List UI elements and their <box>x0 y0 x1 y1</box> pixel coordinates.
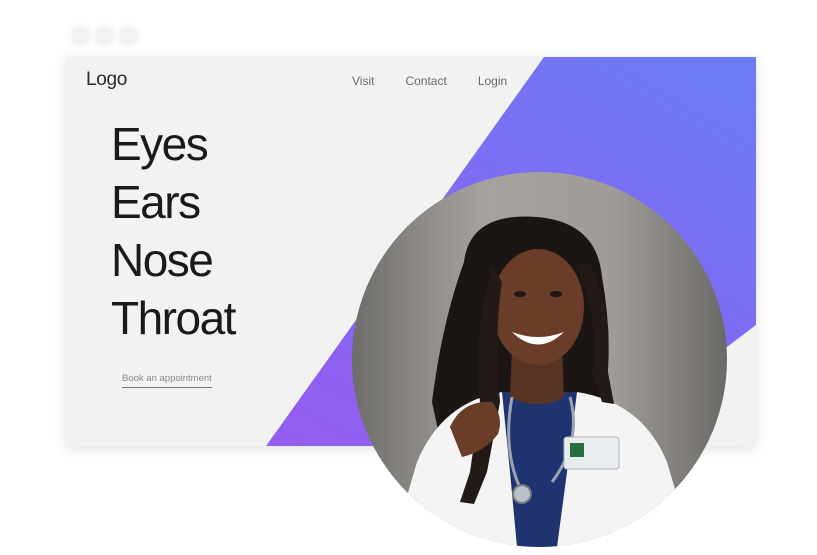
nav-visit-link[interactable]: Visit <box>352 74 374 88</box>
nav-contact-link[interactable]: Contact <box>405 74 446 88</box>
doctor-photo <box>352 172 727 547</box>
nav-login-link[interactable]: Login <box>478 74 507 88</box>
window-close-dot[interactable] <box>72 27 90 45</box>
window-minimize-dot[interactable] <box>96 27 114 45</box>
site-logo[interactable]: Logo <box>86 69 127 91</box>
window-maximize-dot[interactable] <box>120 27 138 45</box>
hero-line-throat: Throat <box>111 292 236 344</box>
hero-line-eyes: Eyes <box>111 118 209 170</box>
window-controls <box>72 27 138 45</box>
doctor-illustration <box>392 216 692 547</box>
book-appointment-link[interactable]: Book an appointment <box>122 373 212 388</box>
hero-heading: Eyes Ears Nose Throat <box>111 115 236 347</box>
hero-line-nose: Nose <box>111 234 214 286</box>
top-nav: Visit Contact Login <box>352 74 538 88</box>
hero-line-ears: Ears <box>111 176 201 228</box>
